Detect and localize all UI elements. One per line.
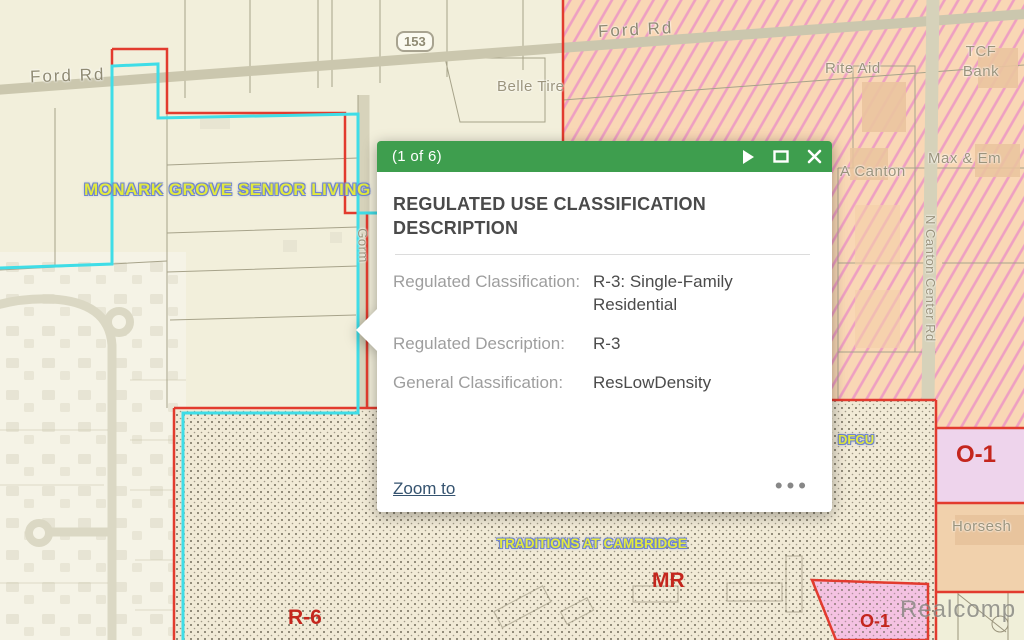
maximize-icon [773,150,789,163]
popup-divider [395,254,810,255]
place-label-horseshoe: Horsesh [952,518,1011,535]
field-row: General Classification: ResLowDensity [393,371,812,395]
place-label-monark-grove: MONARK GROVE SENIOR LIVING [84,180,371,200]
road-label-gorman: Gorm [355,228,371,263]
zone-label-mr: MR [652,569,685,593]
popup-pagination: (1 of 6) [392,148,442,165]
field-row: Regulated Classification: R-3: Single-Fa… [393,270,812,318]
field-value: R-3: Single-Family Residential [593,270,793,318]
field-value: R-3 [593,332,793,356]
popup-pointer [356,308,378,352]
field-label: General Classification: [393,371,593,395]
zoom-to-link[interactable]: Zoom to [393,479,455,499]
subdivision-area [0,252,186,640]
play-icon [743,150,755,164]
road-label-ford-left: Ford Rd [30,65,106,88]
next-feature-button[interactable] [743,141,755,172]
place-label-rite-aid: Rite Aid [825,60,881,77]
field-label: Regulated Description: [393,332,593,356]
popup-title: REGULATED USE CLASSIFICATION DESCRIPTION [393,192,763,241]
road-label-ford-right: Ford Rd [598,18,674,42]
field-value: ResLowDensity [593,371,793,395]
popup-body: REGULATED USE CLASSIFICATION DESCRIPTION… [377,172,832,512]
close-button[interactable] [807,141,822,172]
popup-footer: Zoom to ••• [393,479,810,499]
zone-label-r6: R-6 [288,606,322,630]
close-icon [807,149,822,164]
realcomp-watermark: Realcomp [900,596,1016,624]
feature-info-popup: (1 of 6) REGULATED USE CLASSIFICATION DE… [377,141,832,512]
place-label-belle-tire: Belle Tire [497,78,565,95]
popup-header: (1 of 6) [377,141,832,172]
road-label-canton-center: N Canton Center Rd [923,215,938,342]
map-viewport[interactable]: Ford Rd 153 Ford Rd Belle Tire Rite Aid … [0,0,1024,640]
maximize-button[interactable] [773,141,789,172]
zone-label-o1-right: O-1 [956,441,996,469]
zone-peach [936,503,1024,592]
place-label-a-canton: A Canton [840,163,906,180]
field-label: Regulated Classification: [393,270,593,318]
zone-label-o1-bottom: O-1 [860,611,890,632]
field-row: Regulated Description: R-3 [393,332,812,356]
more-options-button[interactable]: ••• [775,480,810,498]
place-label-tcf-bank: TCF Bank [955,42,1007,83]
place-label-max-em: Max & Em [928,150,1001,167]
place-label-traditions: TRADITIONS AT CAMBRIDGE [497,536,687,551]
place-label-dfcu: DFCU [838,432,874,447]
highway-shield-153: 153 [396,31,434,52]
